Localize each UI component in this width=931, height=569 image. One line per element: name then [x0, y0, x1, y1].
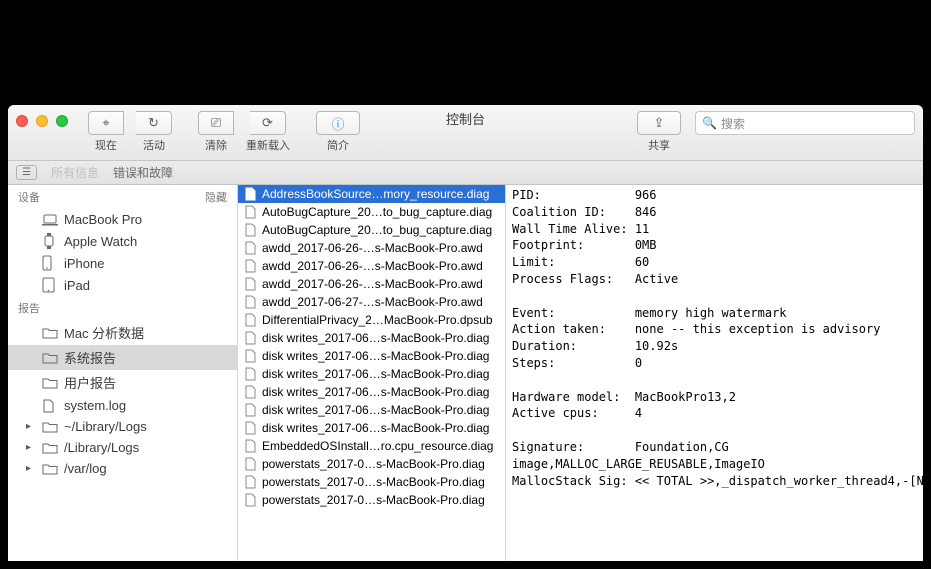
file-row[interactable]: awdd_2017-06-26-…s-MacBook-Pro.awd	[238, 257, 505, 275]
reload-icon: ⟳	[262, 115, 273, 131]
report-item[interactable]: ▸~/Library/Logs	[8, 416, 237, 437]
report-item[interactable]: ▸/var/log	[8, 458, 237, 479]
file-row[interactable]: disk writes_2017-06…s-MacBook-Pro.diag	[238, 329, 505, 347]
document-icon	[244, 385, 258, 399]
content-area: 设备 隐藏 MacBook ProApple WatchiPhoneiPad 报…	[8, 185, 923, 561]
file-row[interactable]: disk writes_2017-06…s-MacBook-Pro.diag	[238, 401, 505, 419]
traffic-lights	[16, 115, 68, 127]
file-row[interactable]: disk writes_2017-06…s-MacBook-Pro.diag	[238, 419, 505, 437]
report-item[interactable]: ▸/Library/Logs	[8, 437, 237, 458]
file-list[interactable]: AddressBookSource…mory_resource.diagAuto…	[238, 185, 506, 561]
share-icon: ⇪	[654, 115, 665, 131]
disclosure-triangle-icon[interactable]: ▸	[26, 442, 36, 453]
disclosure-triangle-icon[interactable]: ▸	[26, 463, 36, 474]
report-item[interactable]: system.log	[8, 395, 237, 416]
tablet-icon	[42, 277, 58, 293]
document-icon	[244, 313, 258, 327]
file-row[interactable]: AutoBugCapture_20…to_bug_capture.diag	[238, 221, 505, 239]
folder-icon	[42, 421, 58, 433]
watch-icon	[42, 233, 58, 249]
now-icon: ⌖	[102, 115, 109, 131]
devices-header: 设备 隐藏	[8, 185, 237, 209]
document-icon	[244, 277, 258, 291]
info-icon: ⓘ	[331, 114, 344, 133]
file-row[interactable]: disk writes_2017-06…s-MacBook-Pro.diag	[238, 365, 505, 383]
folder-icon	[42, 327, 58, 339]
folder-icon	[42, 442, 58, 454]
file-row[interactable]: disk writes_2017-06…s-MacBook-Pro.diag	[238, 383, 505, 401]
filter-all[interactable]: 所有信息	[51, 164, 99, 181]
file-row[interactable]: awdd_2017-06-26-…s-MacBook-Pro.awd	[238, 275, 505, 293]
document-icon	[244, 295, 258, 309]
activity-button[interactable]: ↻ 活动	[130, 111, 178, 153]
sidebar-toggle-icon[interactable]: ☰	[16, 165, 37, 180]
toolbar-mid-group: ⎚ 清除 ⟳ 重新载入	[192, 111, 296, 153]
device-ipad[interactable]: iPad	[8, 274, 237, 296]
share-button[interactable]: ⇪ 共享	[631, 111, 687, 153]
document-icon	[244, 421, 258, 435]
console-window: 控制台 ⌖ 现在 ↻ 活动 ⎚ 清除 ⟳ 重新载入 ⓘ 简介	[8, 105, 923, 561]
document-icon	[244, 205, 258, 219]
report-item[interactable]: 系统报告	[8, 345, 237, 370]
file-row[interactable]: DifferentialPrivacy_2…MacBook-Pro.dpsub	[238, 311, 505, 329]
folder-icon	[42, 463, 58, 475]
search-icon: 🔍	[702, 116, 717, 130]
callout-overlay	[0, 0, 931, 105]
document-icon	[244, 439, 258, 453]
clear-icon: ⎚	[211, 115, 221, 131]
file-row[interactable]: awdd_2017-06-26-…s-MacBook-Pro.awd	[238, 239, 505, 257]
folder-icon	[42, 352, 58, 364]
file-row[interactable]: powerstats_2017-0…s-MacBook-Pro.diag	[238, 473, 505, 491]
document-icon	[244, 493, 258, 507]
minimize-button[interactable]	[36, 115, 48, 127]
maximize-button[interactable]	[56, 115, 68, 127]
laptop-icon	[42, 214, 58, 226]
file-row[interactable]: powerstats_2017-0…s-MacBook-Pro.diag	[238, 455, 505, 473]
file-row[interactable]: AddressBookSource…mory_resource.diag	[238, 185, 505, 203]
info-button[interactable]: ⓘ 简介	[310, 111, 366, 153]
filter-errors[interactable]: 错误和故障	[113, 164, 173, 181]
toolbar-left-group: ⌖ 现在 ↻ 活动	[82, 111, 178, 153]
document-icon	[244, 331, 258, 345]
report-item[interactable]: 用户报告	[8, 370, 237, 395]
document-icon	[244, 367, 258, 381]
filter-bar: ☰ 所有信息 错误和故障	[8, 161, 923, 185]
detail-pane[interactable]: PID: 966 Coalition ID: 846 Wall Time Ali…	[506, 185, 923, 561]
disclosure-triangle-icon[interactable]: ▸	[26, 421, 36, 432]
activity-icon: ↻	[148, 115, 159, 131]
file-row[interactable]: EmbeddedOSInstall…ro.cpu_resource.diag	[238, 437, 505, 455]
sidebar: 设备 隐藏 MacBook ProApple WatchiPhoneiPad 报…	[8, 185, 238, 561]
document-icon	[244, 223, 258, 237]
file-row[interactable]: powerstats_2017-0…s-MacBook-Pro.diag	[238, 491, 505, 509]
now-button[interactable]: ⌖ 现在	[82, 111, 130, 153]
document-icon	[244, 349, 258, 363]
document-icon	[244, 187, 258, 201]
close-button[interactable]	[16, 115, 28, 127]
device-iphone[interactable]: iPhone	[8, 252, 237, 274]
reload-button[interactable]: ⟳ 重新载入	[240, 111, 296, 153]
file-icon	[42, 399, 58, 413]
reports-header: 报告	[8, 296, 237, 320]
titlebar: 控制台 ⌖ 现在 ↻ 活动 ⎚ 清除 ⟳ 重新载入 ⓘ 简介	[8, 105, 923, 161]
document-icon	[244, 241, 258, 255]
hide-button[interactable]: 隐藏	[205, 189, 227, 205]
device-macbook-pro[interactable]: MacBook Pro	[8, 209, 237, 230]
report-item[interactable]: Mac 分析数据	[8, 320, 237, 345]
document-icon	[244, 475, 258, 489]
document-icon	[244, 259, 258, 273]
clear-button[interactable]: ⎚ 清除	[192, 111, 240, 153]
window-title: 控制台	[446, 109, 485, 128]
file-row[interactable]: disk writes_2017-06…s-MacBook-Pro.diag	[238, 347, 505, 365]
folder-icon	[42, 377, 58, 389]
phone-icon	[42, 255, 58, 271]
file-row[interactable]: AutoBugCapture_20…to_bug_capture.diag	[238, 203, 505, 221]
device-apple-watch[interactable]: Apple Watch	[8, 230, 237, 252]
document-icon	[244, 457, 258, 471]
file-row[interactable]: awdd_2017-06-27-…s-MacBook-Pro.awd	[238, 293, 505, 311]
search-input[interactable]: 🔍 搜索	[695, 111, 915, 135]
document-icon	[244, 403, 258, 417]
